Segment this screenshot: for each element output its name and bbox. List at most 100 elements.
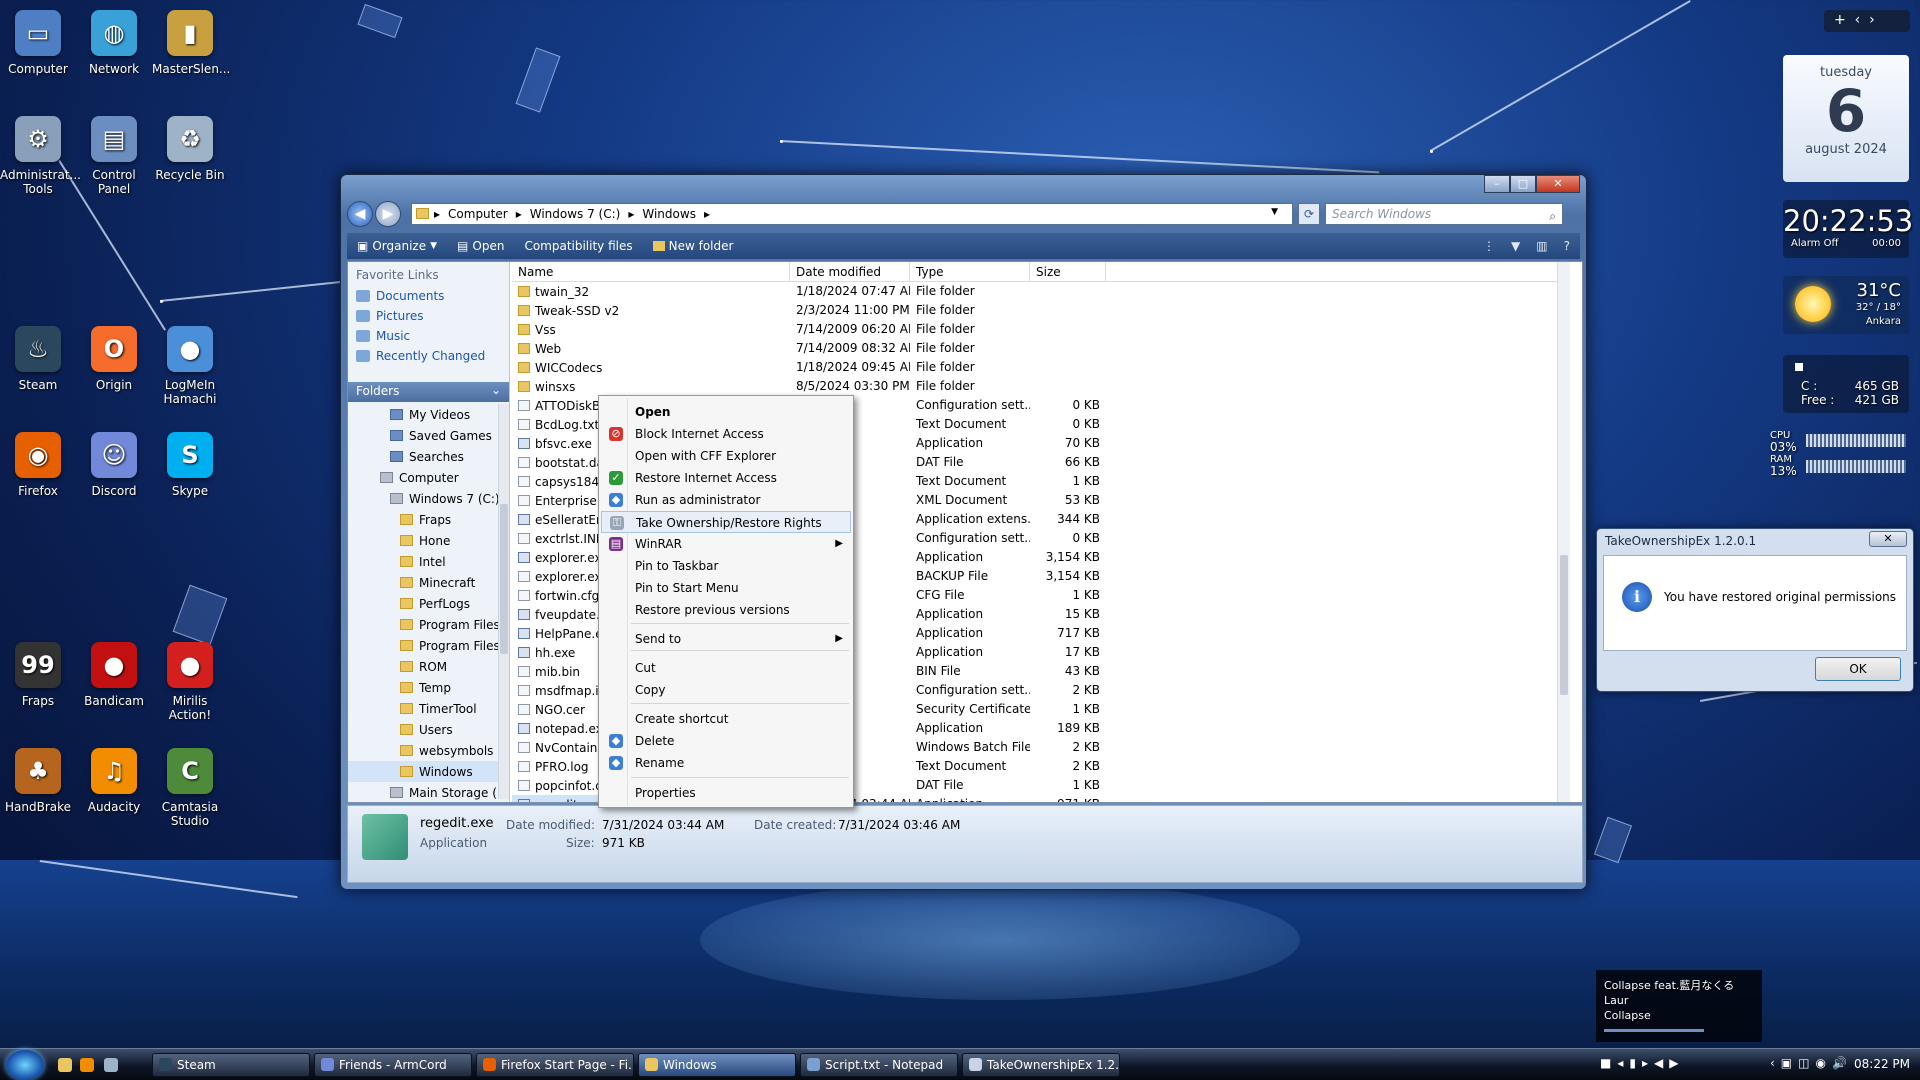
desktop-icon-firefox[interactable]: ◉ Firefox <box>0 432 76 498</box>
tree-item[interactable]: Searches <box>348 446 498 467</box>
desktop-icon-logmein-hamachi[interactable]: ● LogMeIn Hamachi <box>152 326 228 406</box>
tree-item[interactable]: Windows 7 (C:) <box>348 488 498 509</box>
media-quicklaunch-icon[interactable] <box>80 1058 94 1072</box>
back-button[interactable]: ◀ <box>347 201 373 227</box>
app-quicklaunch-icon[interactable] <box>104 1058 118 1072</box>
tree-item[interactable]: Users <box>348 719 498 740</box>
menu-item-restore-previous-versions[interactable]: Restore previous versions <box>601 599 851 621</box>
tree-item[interactable]: PerfLogs <box>348 593 498 614</box>
dialog-close-button[interactable]: ✕ <box>1869 531 1907 547</box>
desktop-icon-administrat-tools[interactable]: ⚙ Administrat... Tools <box>0 116 81 196</box>
desktop-icon-masterslen[interactable]: ▮ MasterSlen... <box>152 10 230 76</box>
explorer-window[interactable]: – □ ✕ ◀ ▶ ▸ Computer ▸ Windows 7 (C:) ▸ Wi… <box>340 174 1587 890</box>
new-folder-button[interactable]: New folder <box>643 239 744 253</box>
breadcrumb-computer[interactable]: Computer <box>448 207 508 221</box>
media-controls-icon[interactable]: ■◂▮▸◀▶ <box>1600 1056 1684 1070</box>
tray-icons[interactable]: ‹▣◫◉🔊 <box>1770 1056 1853 1070</box>
close-button[interactable]: ✕ <box>1536 175 1580 193</box>
ok-button[interactable]: OK <box>1815 657 1901 681</box>
desktop-icon-steam[interactable]: ♨ Steam <box>0 326 76 392</box>
explorer-quicklaunch-icon[interactable] <box>58 1058 72 1072</box>
desktop-icon-bandicam[interactable]: ● Bandicam <box>76 642 152 708</box>
tree-item[interactable]: Saved Games <box>348 425 498 446</box>
tree-item[interactable]: Minecraft <box>348 572 498 593</box>
tree-item[interactable]: Hone <box>348 530 498 551</box>
taskbar-button[interactable]: Windows <box>638 1053 796 1077</box>
takeownership-dialog[interactable]: TakeOwnershipEx 1.2.0.1 ✕ i You have res… <box>1596 528 1914 692</box>
menu-item-properties[interactable]: Properties <box>601 782 851 804</box>
desktop-icon-fraps[interactable]: 99 Fraps <box>0 642 76 708</box>
tree-item[interactable]: Program Files <box>348 614 498 635</box>
tree-item[interactable]: Windows <box>348 761 498 782</box>
breadcrumb-windows[interactable]: Windows <box>642 207 696 221</box>
media-progress[interactable] <box>1604 1029 1704 1032</box>
menu-item-cut[interactable]: Cut <box>601 657 851 679</box>
favorite-documents[interactable]: Documents <box>348 286 509 306</box>
open-button[interactable]: ▤ Open <box>447 239 514 253</box>
file-row[interactable]: Web 7/14/2009 08:32 AM File folder <box>512 339 1570 358</box>
tree-item[interactable]: Main Storage (D <box>348 782 498 803</box>
favorite-recently-changed[interactable]: Recently Changed <box>348 346 509 366</box>
taskbar-button[interactable]: TakeOwnershipEx 1.2.... <box>962 1053 1120 1077</box>
sidebar-controls[interactable]: + ‹ › <box>1824 10 1910 32</box>
file-row[interactable]: twain_32 1/18/2024 07:47 AM File folder <box>512 282 1570 301</box>
file-list-scrollbar[interactable] <box>1557 262 1570 802</box>
maximize-button[interactable]: □ <box>1510 175 1536 193</box>
menu-item-open-with-cff-explorer[interactable]: Open with CFF Explorer <box>601 445 851 467</box>
menu-item-send-to[interactable]: Send to ▶ <box>601 628 851 650</box>
tree-item[interactable]: Intel <box>348 551 498 572</box>
menu-item-copy[interactable]: Copy <box>601 679 851 701</box>
desktop-icon-mirilis-action[interactable]: ● Mirilis Action! <box>152 642 228 722</box>
desktop-icon-handbrake[interactable]: ♣ HandBrake <box>0 748 76 814</box>
preview-pane-icon[interactable]: ▥ <box>1536 239 1547 253</box>
favorite-music[interactable]: Music <box>348 326 509 346</box>
menu-item-rename[interactable]: ◆ Rename <box>601 752 851 774</box>
col-size[interactable]: Size <box>1030 262 1106 281</box>
file-row[interactable]: WICCodecs 1/18/2024 09:45 AM File folder <box>512 358 1570 377</box>
organize-button[interactable]: ▣ Organize ▼ <box>347 239 447 253</box>
menu-item-winrar[interactable]: ▤ WinRAR ▶ <box>601 533 851 555</box>
menu-item-restore-internet-access[interactable]: ✓ Restore Internet Access <box>601 467 851 489</box>
file-row[interactable]: Vss 7/14/2009 06:20 AM File folder <box>512 320 1570 339</box>
tree-item[interactable]: Fraps <box>348 509 498 530</box>
views-icon[interactable]: ⋮ <box>1483 239 1495 253</box>
desktop-icon-recycle-bin[interactable]: ♻ Recycle Bin <box>152 116 228 182</box>
minimize-button[interactable]: – <box>1484 175 1510 193</box>
chevron-down-icon[interactable]: ▼ <box>1271 207 1278 217</box>
calendar-gadget[interactable]: tuesday 6 august 2024 <box>1783 55 1909 182</box>
cpu-meter-gadget[interactable]: CPU 03% RAM 13% <box>1770 428 1908 480</box>
menu-item-open[interactable]: Open <box>601 401 851 423</box>
chevron-down-icon[interactable]: ▼ <box>1511 239 1520 253</box>
desktop-icon-discord[interactable]: ☺ Discord <box>76 432 152 498</box>
drive-gadget[interactable]: C : 465 GB Free : 421 GB <box>1783 355 1909 413</box>
menu-item-take-ownership-restore-rights[interactable]: ⚿ Take Ownership/Restore Rights <box>601 510 851 533</box>
taskbar-button[interactable]: Firefox Start Page - Fi... <box>476 1053 634 1077</box>
clock-gadget[interactable]: 20:22:53 Alarm Off 00:00 <box>1783 200 1913 258</box>
tree-item[interactable]: Computer <box>348 467 498 488</box>
taskbar-button[interactable]: Friends - ArmCord <box>314 1053 472 1077</box>
desktop-icon-skype[interactable]: S Skype <box>152 432 228 498</box>
desktop-icon-control-panel[interactable]: ▤ Control Panel <box>76 116 152 196</box>
col-name[interactable]: Name <box>512 262 790 281</box>
menu-item-create-shortcut[interactable]: Create shortcut <box>601 708 851 730</box>
search-icon[interactable]: ⌕ <box>1549 206 1556 226</box>
file-row[interactable]: Tweak-SSD v2 2/3/2024 11:00 PM File folder <box>512 301 1570 320</box>
tree-scrollbar[interactable] <box>498 404 509 799</box>
menu-item-run-as-administrator[interactable]: ◆ Run as administrator <box>601 489 851 511</box>
tree-item[interactable]: websymbols <box>348 740 498 761</box>
menu-item-pin-to-start-menu[interactable]: Pin to Start Menu <box>601 577 851 599</box>
col-type[interactable]: Type <box>910 262 1030 281</box>
start-button[interactable] <box>6 1050 44 1080</box>
tree-item[interactable]: Program Files <box>348 635 498 656</box>
help-icon[interactable]: ? <box>1564 239 1570 253</box>
tree-item[interactable]: Temp <box>348 677 498 698</box>
tray-clock[interactable]: 08:22 PM <box>1854 1057 1910 1071</box>
menu-item-delete[interactable]: ◆ Delete <box>601 730 851 752</box>
file-row[interactable]: winsxs 8/5/2024 03:30 PM File folder <box>512 377 1570 396</box>
desktop-icon-origin[interactable]: O Origin <box>76 326 152 392</box>
tree-item[interactable]: My Videos <box>348 404 498 425</box>
favorite-pictures[interactable]: Pictures <box>348 306 509 326</box>
weather-gadget[interactable]: 31°C 32° / 18° Ankara <box>1783 276 1909 334</box>
taskbar-button[interactable]: Steam <box>152 1053 310 1077</box>
tree-item[interactable]: TimerTool <box>348 698 498 719</box>
